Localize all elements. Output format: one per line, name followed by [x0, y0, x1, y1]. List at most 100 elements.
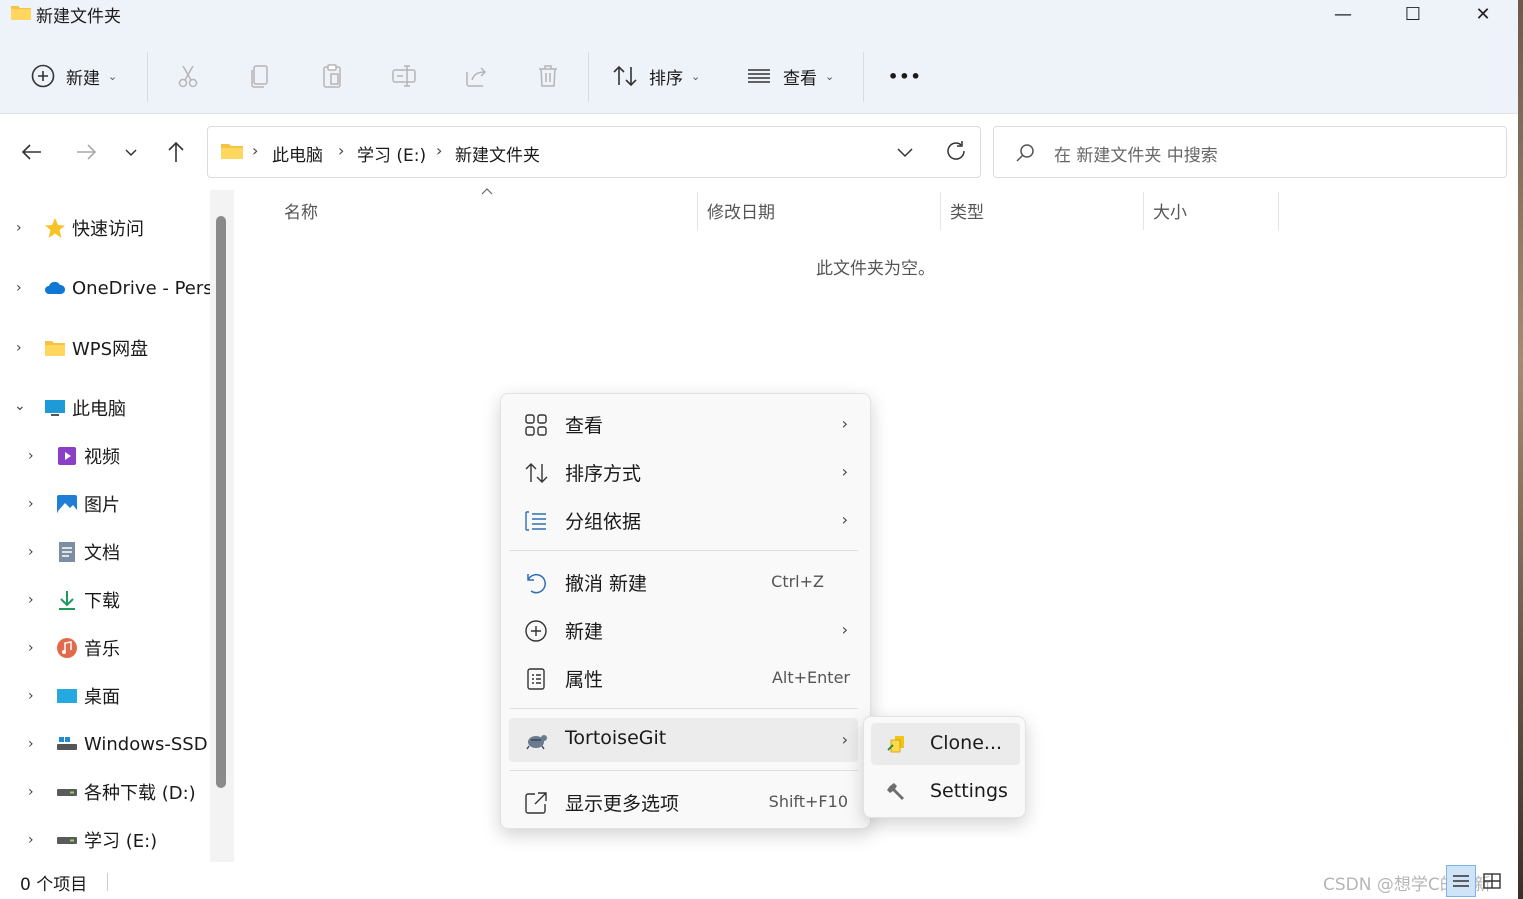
- sidebar-item-label: 下载: [84, 591, 120, 612]
- delete-icon[interactable]: [534, 62, 562, 90]
- forward-arrow-icon[interactable]: [72, 138, 100, 166]
- context-menu-view[interactable]: 查看 ›: [509, 402, 858, 446]
- tiles-view-toggle-icon[interactable]: [1480, 865, 1504, 897]
- up-arrow-icon[interactable]: [162, 138, 190, 166]
- chevron-right-icon[interactable]: ›: [28, 592, 34, 608]
- context-menu-label: 新建: [565, 621, 604, 643]
- chevron-right-icon[interactable]: ›: [28, 736, 34, 752]
- chevron-down-icon[interactable]: ⌄: [14, 398, 26, 414]
- details-view-toggle-icon[interactable]: [1446, 865, 1476, 897]
- column-header-size[interactable]: 大小: [1153, 198, 1187, 223]
- toolbar-divider: [863, 52, 864, 102]
- sidebar-item-windows-ssd[interactable]: Windows-SSD: [56, 724, 208, 764]
- close-button[interactable]: ✕: [1448, 0, 1518, 28]
- chevron-right-icon[interactable]: ›: [28, 640, 34, 656]
- chevron-right-icon[interactable]: ›: [28, 832, 34, 848]
- sidebar-item-label: 音乐: [84, 639, 120, 660]
- tortoisegit-submenu: Clone... Settings: [863, 716, 1026, 818]
- folder-icon: [221, 144, 243, 159]
- rename-icon[interactable]: [390, 62, 418, 90]
- column-header-name[interactable]: 名称: [284, 198, 318, 223]
- undo-icon: [527, 573, 546, 594]
- sidebar-item-label: OneDrive - Pers: [72, 277, 213, 299]
- context-menu-new[interactable]: 新建 ›: [509, 608, 858, 652]
- chevron-right-icon[interactable]: ›: [16, 220, 22, 236]
- drive-icon: [57, 789, 77, 796]
- recent-locations-chevron-icon[interactable]: [118, 138, 146, 166]
- sidebar-item-drive-e[interactable]: 学习 (E:): [56, 820, 157, 860]
- toolbar-divider: [588, 52, 589, 102]
- context-menu-properties[interactable]: 属性 Alt+Enter: [509, 656, 858, 700]
- refresh-icon[interactable]: [944, 139, 968, 163]
- star-icon: [45, 218, 65, 238]
- column-divider[interactable]: [1278, 192, 1279, 230]
- sidebar-item-desktop[interactable]: 桌面: [56, 676, 120, 716]
- chevron-right-icon: ›: [841, 462, 848, 481]
- submenu-settings[interactable]: Settings: [871, 771, 1020, 813]
- folder-icon: [45, 341, 65, 356]
- column-divider[interactable]: [1143, 192, 1144, 230]
- context-menu-show-more-options[interactable]: 显示更多选项 Shift+F10: [509, 780, 858, 824]
- context-menu-undo-new[interactable]: 撤消 新建 Ctrl+Z: [509, 560, 858, 604]
- toolbar-divider: [147, 52, 148, 102]
- view-list-icon: [748, 69, 770, 83]
- context-menu-tortoisegit[interactable]: TortoiseGit ›: [509, 718, 858, 762]
- chevron-right-icon[interactable]: ›: [28, 784, 34, 800]
- sidebar-item-onedrive[interactable]: OneDrive - Pers: [44, 268, 213, 308]
- address-bar[interactable]: › 此电脑 › 学习 (E:) › 新建文件夹: [207, 126, 981, 178]
- breadcrumb-drive-e[interactable]: 学习 (E:): [357, 141, 426, 166]
- breadcrumb-this-pc[interactable]: 此电脑: [272, 141, 323, 166]
- sidebar-item-music[interactable]: 音乐: [56, 628, 120, 668]
- context-menu-divider: [509, 550, 858, 551]
- back-arrow-icon[interactable]: [18, 138, 46, 166]
- shortcut-hint: Alt+Enter: [771, 668, 850, 687]
- paste-icon[interactable]: [318, 62, 346, 90]
- search-input[interactable]: 在 新建文件夹 中搜索: [993, 126, 1507, 178]
- chevron-right-icon: ›: [841, 414, 848, 433]
- context-menu-label: 排序方式: [565, 463, 642, 485]
- new-button[interactable]: 新建 ⌄: [30, 60, 117, 92]
- share-icon[interactable]: [462, 62, 490, 90]
- sidebar-item-label: WPS网盘: [72, 339, 149, 360]
- sidebar-item-label: Windows-SSD: [84, 733, 208, 755]
- sidebar-item-this-pc[interactable]: 此电脑: [44, 388, 126, 428]
- chevron-right-icon[interactable]: ›: [28, 688, 34, 704]
- sidebar-scrollbar-thumb[interactable]: [216, 216, 226, 788]
- context-menu-group-by[interactable]: 分组依据 ›: [509, 498, 858, 542]
- group-list-icon: [525, 511, 546, 531]
- sidebar-item-quick-access[interactable]: 快速访问: [44, 208, 144, 248]
- context-menu-label: TortoiseGit: [565, 727, 667, 749]
- copy-icon[interactable]: [246, 62, 274, 90]
- breadcrumb-current-folder[interactable]: 新建文件夹: [455, 141, 540, 166]
- view-button[interactable]: 查看 ⌄: [746, 60, 834, 92]
- sidebar-item-pictures[interactable]: 图片: [56, 484, 120, 524]
- context-menu-divider: [509, 770, 858, 771]
- chevron-right-icon[interactable]: ›: [28, 448, 34, 464]
- tortoisegit-icon: [526, 735, 547, 750]
- sidebar-item-drive-d[interactable]: 各种下载 (D:): [56, 772, 196, 812]
- maximize-button[interactable]: ☐: [1378, 0, 1448, 28]
- sidebar-item-videos[interactable]: 视频: [56, 436, 120, 476]
- minimize-button[interactable]: —: [1308, 0, 1378, 28]
- breadcrumb-separator: ›: [436, 141, 443, 160]
- scissors-icon[interactable]: [174, 62, 202, 90]
- chevron-right-icon[interactable]: ›: [16, 280, 22, 296]
- sidebar-item-documents[interactable]: 文档: [56, 532, 120, 572]
- shortcut-hint: Shift+F10: [768, 792, 848, 811]
- column-header-type[interactable]: 类型: [950, 198, 984, 223]
- more-button[interactable]: •••: [888, 60, 922, 92]
- column-divider[interactable]: [697, 192, 698, 230]
- sidebar-item-wps[interactable]: WPS网盘: [44, 328, 148, 368]
- wrench-icon: [887, 783, 904, 800]
- sidebar-item-downloads[interactable]: 下载: [56, 580, 120, 620]
- sort-button[interactable]: 排序 ⌄: [611, 60, 700, 92]
- submenu-clone[interactable]: Clone...: [871, 723, 1020, 765]
- column-header-modified[interactable]: 修改日期: [707, 198, 775, 223]
- chevron-right-icon[interactable]: ›: [28, 496, 34, 512]
- chevron-right-icon[interactable]: ›: [28, 544, 34, 560]
- address-history-chevron-icon[interactable]: [894, 141, 916, 163]
- command-bar: 新建 ⌄ 排序 ⌄ 查看 ⌄ •••: [0, 30, 1518, 114]
- column-divider[interactable]: [940, 192, 941, 230]
- context-menu-sort-by[interactable]: 排序方式 ›: [509, 450, 858, 494]
- chevron-right-icon[interactable]: ›: [16, 340, 22, 356]
